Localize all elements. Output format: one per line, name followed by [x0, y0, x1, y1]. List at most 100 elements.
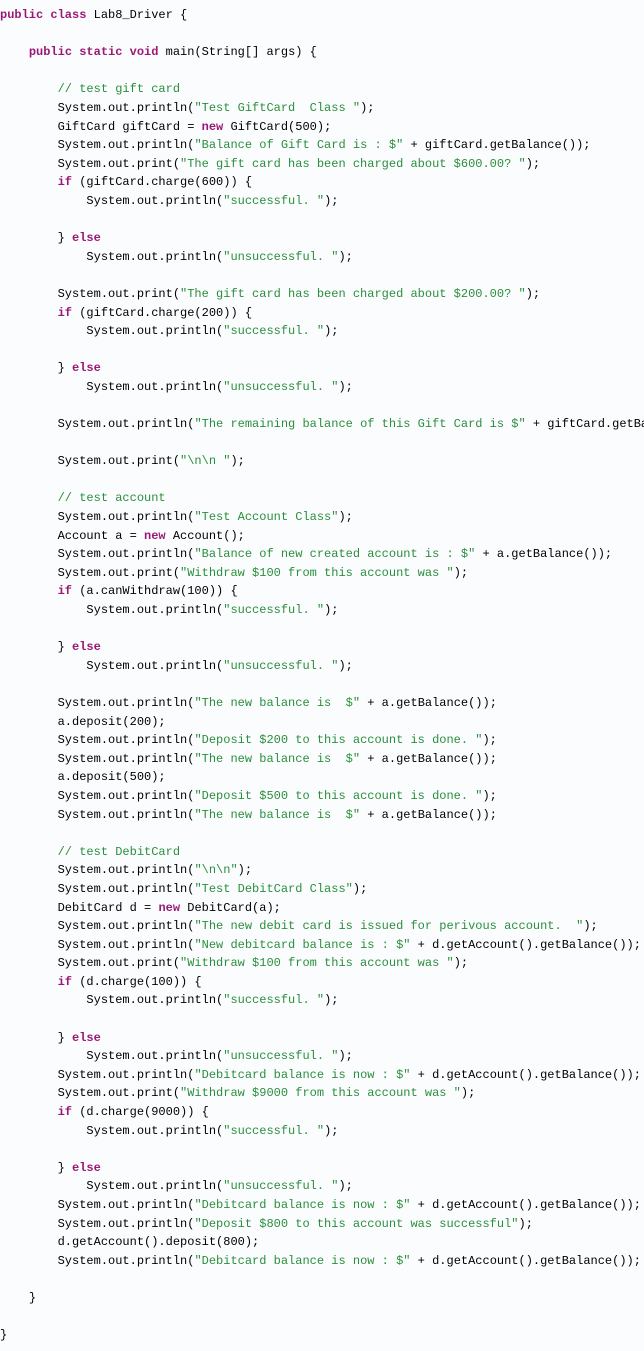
string-literal: "The new balance is $"	[194, 752, 360, 766]
code-text: System.out.println(	[58, 1068, 195, 1082]
code-text: System.out.println(	[86, 194, 223, 208]
code-text: System.out.println(	[58, 789, 195, 803]
string-literal: "The gift card has been charged about $2…	[180, 287, 526, 301]
string-literal: "The gift card has been charged about $6…	[180, 157, 526, 171]
code-text: );	[324, 324, 338, 338]
code-text: );	[324, 194, 338, 208]
class-name: Lab8_Driver	[94, 8, 173, 22]
code-text: (giftCard.charge(600)) {	[72, 175, 252, 189]
code-text: System.out.print(	[58, 566, 180, 580]
string-literal: "The new balance is $"	[194, 696, 360, 710]
comment: // test account	[58, 491, 166, 505]
code-text: );	[454, 566, 468, 580]
string-literal: "Debitcard balance is now : $"	[194, 1198, 410, 1212]
keyword: public class	[0, 8, 86, 22]
code-text: System.out.println(	[86, 603, 223, 617]
code-text: );	[230, 454, 244, 468]
string-literal: "Test Account Class"	[194, 510, 338, 524]
code-text: System.out.print(	[58, 956, 180, 970]
code-text: );	[324, 993, 338, 1007]
code-text: );	[526, 157, 540, 171]
code-text: + d.getAccount().getBalance());	[410, 1254, 640, 1268]
string-literal: "Balance of Gift Card is : $"	[194, 138, 403, 152]
code-text: System.out.println(	[58, 547, 195, 561]
code-text: System.out.print(	[58, 157, 180, 171]
method-name: main	[166, 45, 195, 59]
code-text: d.getAccount().deposit(800);	[58, 1235, 260, 1249]
string-literal: "successful. "	[223, 194, 324, 208]
brace: }	[29, 1291, 36, 1305]
string-literal: "Debitcard balance is now : $"	[194, 1068, 410, 1082]
code-text: );	[482, 789, 496, 803]
keyword: new	[202, 120, 224, 134]
keyword: if	[58, 975, 72, 989]
code-text: GiftCard giftCard =	[58, 120, 202, 134]
code-text: + d.getAccount().getBalance());	[410, 1068, 640, 1082]
string-literal: "New debitcard balance is : $"	[194, 938, 410, 952]
code-text: }	[58, 1161, 72, 1175]
code-text: System.out.println(	[58, 101, 195, 115]
string-literal: "Deposit $200 to this account is done. "	[194, 733, 482, 747]
keyword: else	[72, 1031, 101, 1045]
code-text: System.out.println(	[58, 938, 195, 952]
string-literal: "unsuccessful. "	[223, 380, 338, 394]
code-text: );	[338, 380, 352, 394]
keyword: new	[144, 529, 166, 543]
code-text: DebitCard(a);	[180, 901, 281, 915]
string-literal: "Test GiftCard Class "	[194, 101, 360, 115]
code-text: + d.getAccount().getBalance());	[410, 938, 640, 952]
code-text: }	[58, 361, 72, 375]
string-literal: "Withdraw $9000 from this account was "	[180, 1086, 461, 1100]
comment: // test gift card	[58, 82, 180, 96]
code-text: System.out.println(	[86, 993, 223, 1007]
code-text: (giftCard.charge(200)) {	[72, 306, 252, 320]
code-text: System.out.println(	[86, 659, 223, 673]
string-literal: "The new debit card is issued for perivo…	[194, 919, 583, 933]
string-literal: "\n\n"	[194, 863, 237, 877]
code-text: System.out.println(	[58, 919, 195, 933]
string-literal: "Withdraw $100 from this account was "	[180, 566, 454, 580]
keyword: else	[72, 231, 101, 245]
code-text: );	[583, 919, 597, 933]
code-text: System.out.println(	[86, 324, 223, 338]
code-text: );	[338, 1049, 352, 1063]
string-literal: "successful. "	[223, 993, 324, 1007]
code-text: (d.charge(9000)) {	[72, 1105, 209, 1119]
code-text: );	[338, 510, 352, 524]
brace: {	[180, 8, 187, 22]
code-text: DebitCard d =	[58, 901, 159, 915]
brace: }	[0, 1328, 7, 1342]
string-literal: "unsuccessful. "	[223, 1179, 338, 1193]
string-literal: "successful. "	[223, 603, 324, 617]
keyword: else	[72, 361, 101, 375]
code-text: );	[338, 1179, 352, 1193]
code-block: public class Lab8_Driver { public static…	[0, 0, 644, 1351]
code-text: }	[58, 231, 72, 245]
code-text: System.out.print(	[58, 287, 180, 301]
code-text: + a.getBalance());	[360, 696, 497, 710]
code-text: System.out.println(	[86, 1049, 223, 1063]
code-text: (a.canWithdraw(100)) {	[72, 584, 238, 598]
code-text: System.out.println(	[86, 380, 223, 394]
code-text: System.out.println(	[86, 250, 223, 264]
code-text: );	[519, 1217, 533, 1231]
code-text: }	[58, 1031, 72, 1045]
code-text: Account();	[166, 529, 245, 543]
string-literal: "The new balance is $"	[194, 808, 360, 822]
code-text: a.deposit(200);	[58, 715, 166, 729]
string-literal: "Test DebitCard Class"	[194, 882, 352, 896]
code-text: + a.getBalance());	[360, 808, 497, 822]
code-text: + d.getAccount().getBalance());	[410, 1198, 640, 1212]
code-text: );	[454, 956, 468, 970]
comment: // test DebitCard	[58, 845, 180, 859]
code-text: + giftCard.getBalance());	[403, 138, 590, 152]
code-text: a.deposit(500);	[58, 770, 166, 784]
string-literal: "unsuccessful. "	[223, 1049, 338, 1063]
code-text: System.out.println(	[58, 1217, 195, 1231]
code-text: );	[353, 882, 367, 896]
keyword: if	[58, 306, 72, 320]
code-text: System.out.println(	[58, 808, 195, 822]
keyword: if	[58, 584, 72, 598]
string-literal: "Withdraw $100 from this account was "	[180, 956, 454, 970]
string-literal: "unsuccessful. "	[223, 250, 338, 264]
